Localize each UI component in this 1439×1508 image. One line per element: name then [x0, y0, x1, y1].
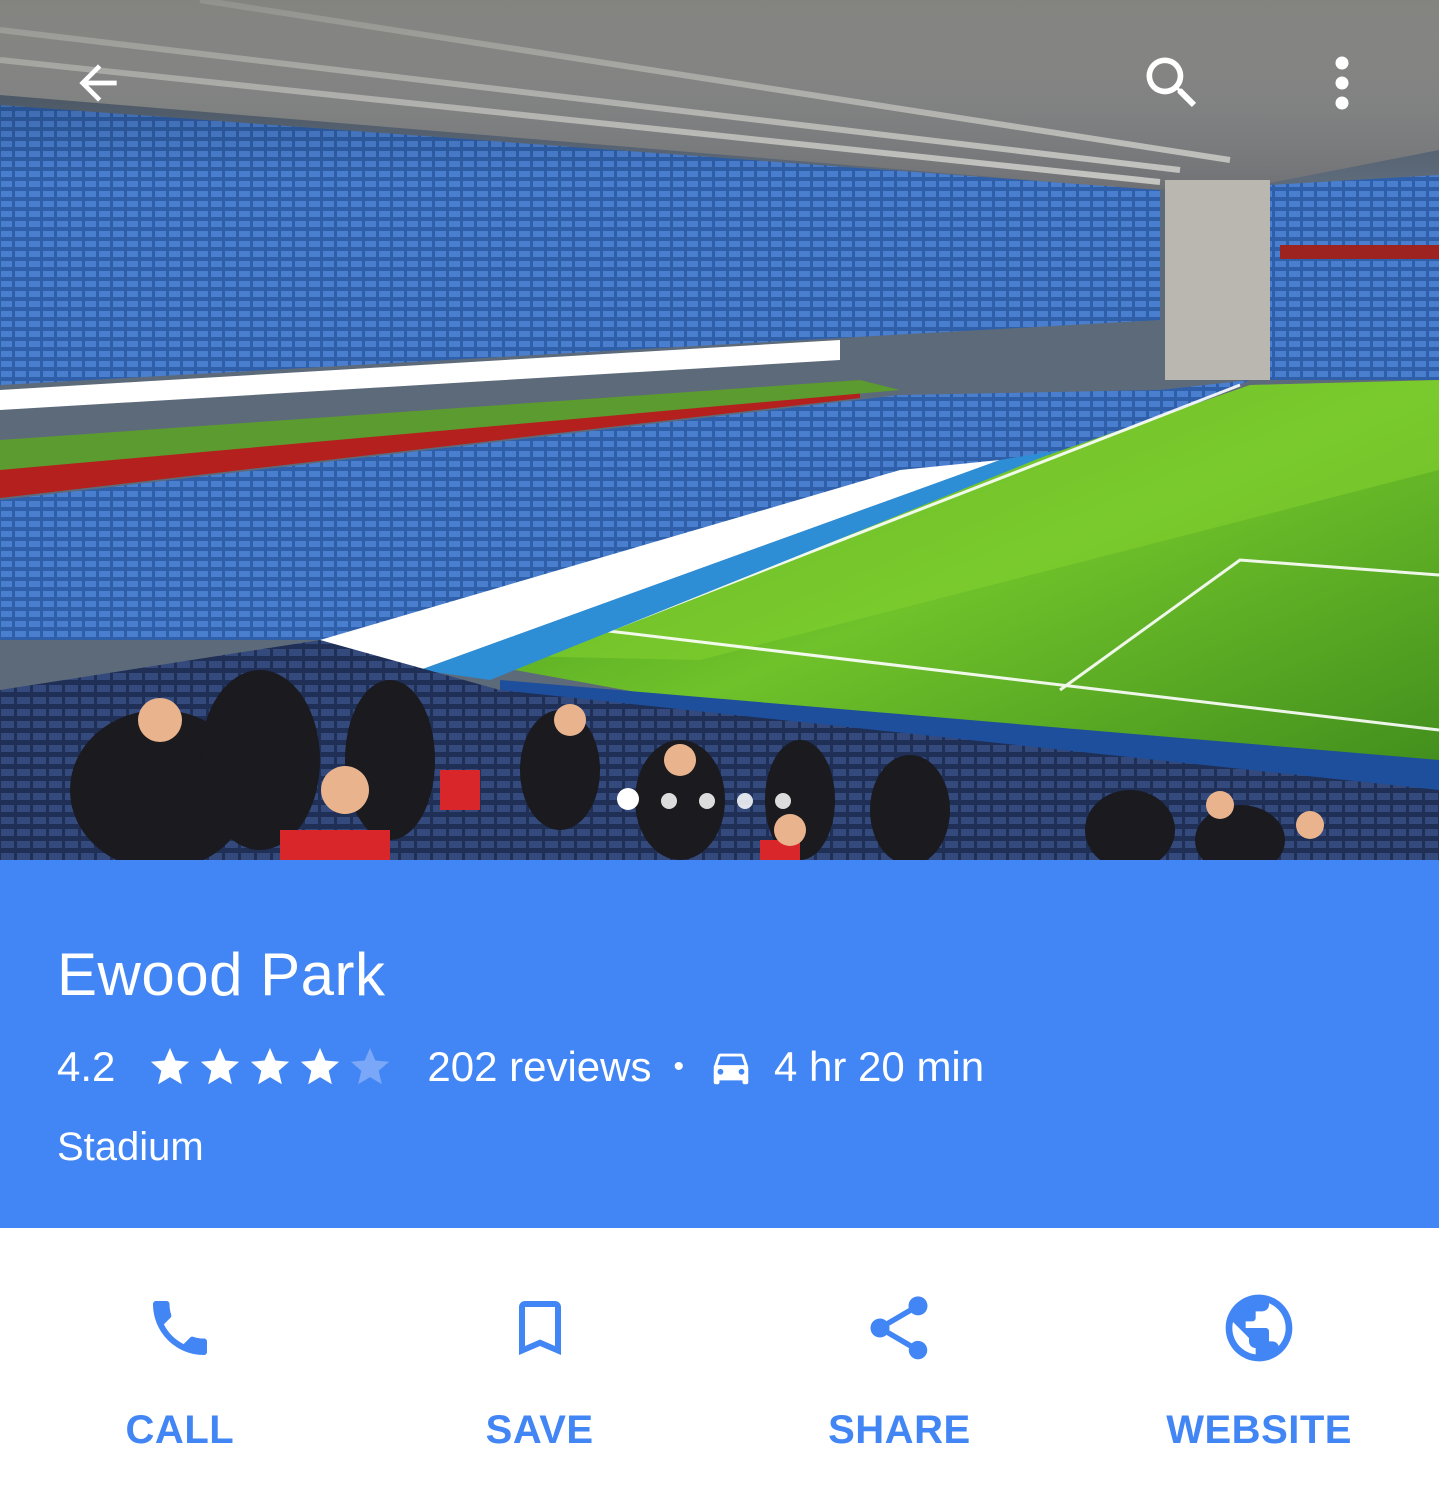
place-category: Stadium — [57, 1125, 204, 1169]
action-bar: CALL SAVE SHARE WEBSITE — [0, 1228, 1439, 1508]
star-filled-icon — [301, 1047, 340, 1085]
star-filled-icon — [201, 1047, 240, 1085]
phone-icon — [152, 1301, 207, 1355]
star-filled-icon — [151, 1047, 190, 1085]
save-label: SAVE — [485, 1408, 594, 1452]
carousel-dot-active[interactable] — [617, 788, 639, 810]
place-photo-carousel[interactable] — [0, 0, 1439, 860]
carousel-dot[interactable] — [737, 792, 753, 809]
share-icon — [870, 1296, 928, 1360]
more-options-button[interactable] — [1312, 45, 1372, 121]
search-button[interactable] — [1132, 45, 1212, 121]
website-label: WEBSITE — [1166, 1408, 1352, 1452]
share-label: SHARE — [828, 1408, 971, 1452]
stadium-photo — [0, 0, 1439, 860]
call-button[interactable]: CALL — [0, 1228, 360, 1508]
star-filled-icon — [251, 1047, 290, 1085]
car-icon — [713, 1053, 749, 1085]
separator-dot: • — [673, 1050, 685, 1083]
carousel-indicator — [617, 788, 791, 810]
star-rating — [147, 1044, 393, 1090]
rating-value: 4.2 — [57, 1043, 116, 1090]
share-button[interactable]: SHARE — [720, 1228, 1080, 1508]
star-empty-icon — [351, 1047, 390, 1085]
place-title: Ewood Park — [57, 941, 386, 1008]
back-button[interactable] — [60, 45, 136, 121]
bookmark-icon — [518, 1301, 561, 1355]
carousel-dot[interactable] — [661, 792, 677, 809]
call-label: CALL — [125, 1408, 235, 1452]
travel-time[interactable]: 4 hr 20 min — [774, 1043, 984, 1091]
search-icon — [1146, 57, 1197, 108]
place-info-panel: Ewood Park 4.2 202 reviews • 4 hr 20 min… — [0, 860, 1439, 1228]
carousel-dot[interactable] — [699, 792, 715, 809]
rating-row[interactable]: 4.2 202 reviews • 4 hr 20 min — [57, 1040, 984, 1094]
arrow-back-icon — [79, 64, 117, 102]
globe-icon — [1225, 1294, 1293, 1362]
review-count[interactable]: 202 reviews — [427, 1043, 651, 1091]
save-button[interactable]: SAVE — [360, 1228, 720, 1508]
carousel-dot[interactable] — [775, 792, 791, 809]
more-vertical-icon — [1335, 56, 1349, 110]
website-button[interactable]: WEBSITE — [1079, 1228, 1439, 1508]
